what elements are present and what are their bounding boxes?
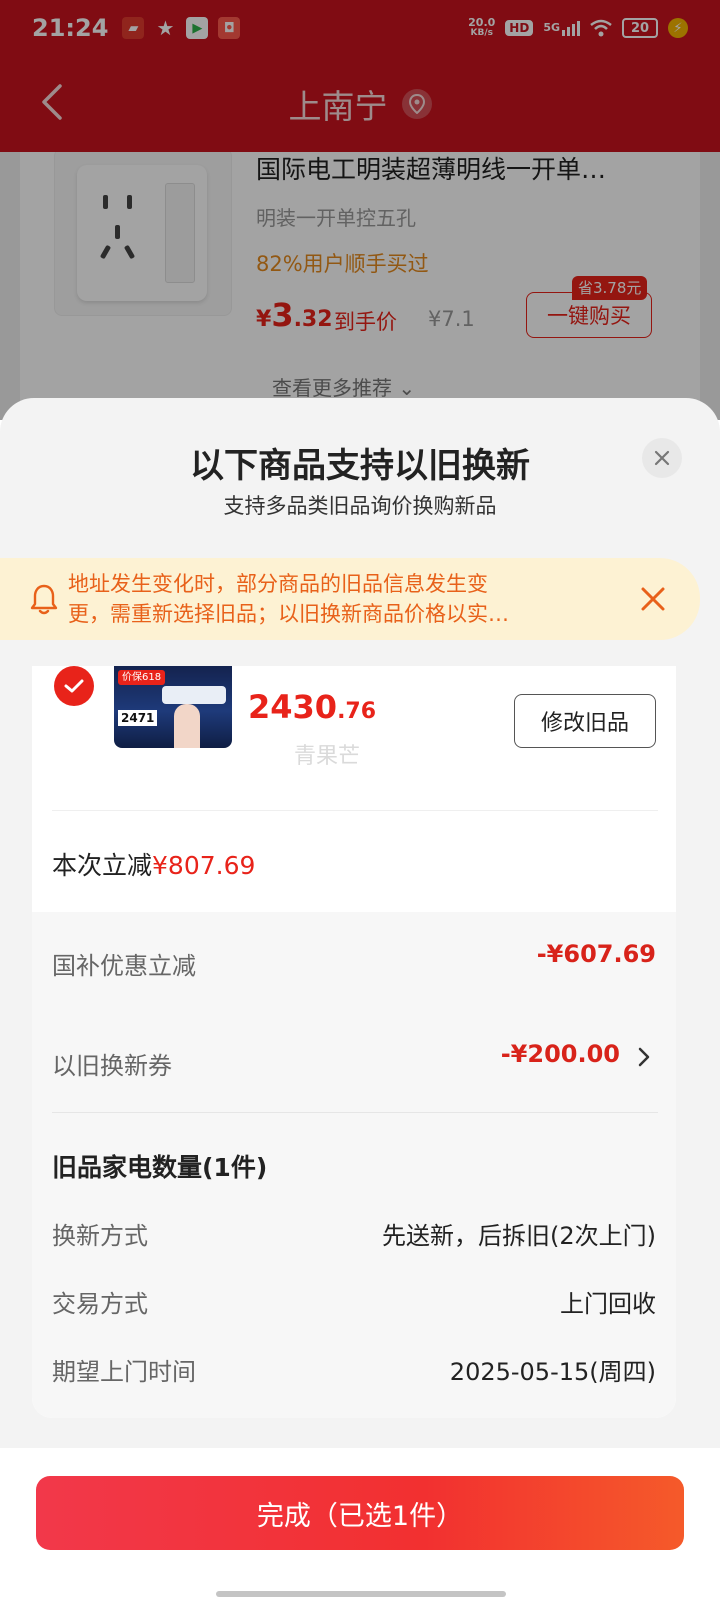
air-conditioner-image[interactable]: 价保618 2471: [114, 666, 232, 748]
background-page: 国际电工明装超薄明线一开单… 明装一开单控五孔 82%用户顺手买过 ¥ 3 .3…: [0, 0, 720, 420]
image-price-number: 2471: [118, 710, 158, 726]
item-price-decimal: .76: [337, 699, 377, 724]
subsidy-label: 国补优惠立减: [52, 952, 196, 980]
swap-method-value: 先送新，后拆旧(2次上门): [382, 1222, 656, 1250]
modify-old-item-button[interactable]: 修改旧品: [514, 694, 656, 748]
visit-time-value: 2025-05-15(周四): [449, 1358, 656, 1386]
discount-breakdown: 国补优惠立减 -¥607.69 以旧换新券 -¥200.00 旧品家电数量(1件…: [32, 912, 676, 1418]
sheet-title: 以下商品支持以旧换新: [190, 446, 530, 486]
chevron-right-icon[interactable]: [636, 1046, 652, 1068]
saving-label: 本次立减: [52, 851, 153, 880]
total-saving: 本次立减¥807.69: [52, 846, 255, 882]
trade-method-value: 上门回收: [560, 1290, 656, 1318]
image-ac-unit: [162, 686, 226, 704]
home-indicator[interactable]: [216, 1591, 506, 1597]
coupon-value[interactable]: -¥200.00: [501, 1040, 620, 1068]
item-price-integer: 2430: [248, 688, 338, 726]
image-person: [174, 704, 200, 748]
notice-text: 地址发生变化时，部分商品的旧品信息发生变 更，需重新选择旧品；以旧换新商品价格以…: [68, 569, 616, 629]
trade-in-sheet: 以下商品支持以旧换新 支持多品类旧品询价换购新品 地址发生变化时，部分商品的旧品…: [0, 398, 720, 1600]
swap-method-label: 换新方式: [52, 1222, 148, 1250]
close-icon: [654, 450, 670, 466]
done-button[interactable]: 完成（已选1件）: [36, 1476, 684, 1550]
notice-line-2: 更，需重新选择旧品；以旧换新商品价格以实…: [68, 602, 509, 626]
notice-line-1: 地址发生变化时，部分商品的旧品信息发生变: [68, 572, 488, 596]
selected-item-card: 价保618 2471 2430 .76 青果芒 修改旧品 本次立减¥807.69…: [32, 666, 676, 1418]
item-price: 2430 .76: [248, 688, 376, 726]
address-change-notice: 地址发生变化时，部分商品的旧品信息发生变 更，需重新选择旧品；以旧换新商品价格以…: [0, 558, 700, 640]
watermark: 青果芒: [294, 744, 361, 769]
divider: [52, 810, 658, 811]
coupon-label[interactable]: 以旧换新券: [52, 1046, 172, 1081]
trade-method-label: 交易方式: [52, 1290, 148, 1318]
visit-time-label: 期望上门时间: [52, 1358, 196, 1386]
sheet-subtitle: 支持多品类旧品询价换购新品: [223, 494, 497, 518]
item-checkbox[interactable]: [54, 666, 94, 706]
old-appliance-count: 旧品家电数量(1件): [52, 1153, 268, 1182]
bell-icon: [30, 584, 58, 615]
divider: [52, 1112, 658, 1113]
subsidy-value: -¥607.69: [536, 940, 656, 968]
checkmark-icon: [64, 679, 84, 693]
saving-amount: ¥807.69: [152, 851, 256, 880]
image-price-tag: 价保618: [118, 670, 166, 685]
sheet-footer: 完成（已选1件）: [0, 1448, 720, 1600]
modal-overlay[interactable]: [0, 0, 720, 420]
close-button[interactable]: [642, 438, 682, 478]
notice-close-icon[interactable]: [636, 582, 670, 616]
